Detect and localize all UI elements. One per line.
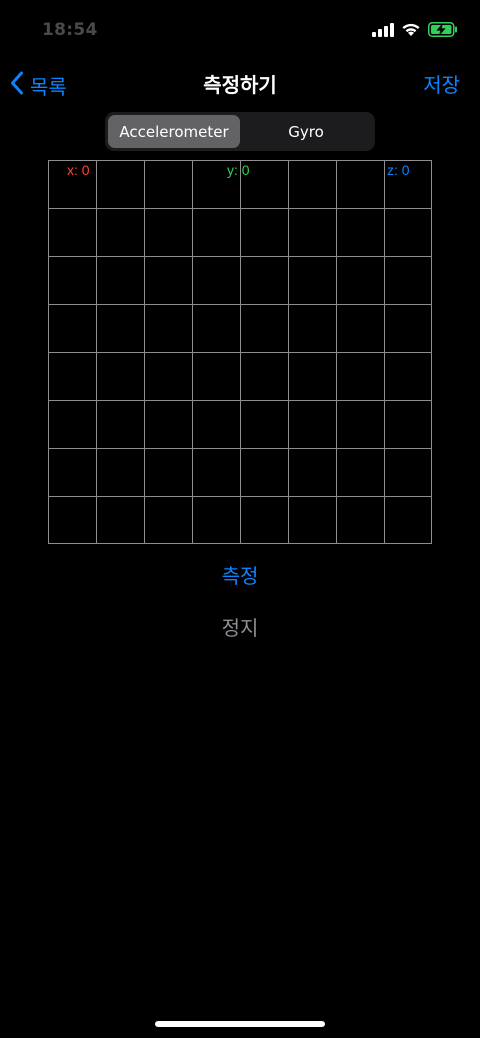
save-button[interactable]: 저장 [423, 70, 460, 100]
sensor-graph: x: 0 y: 0 z: 0 [48, 160, 432, 544]
sensor-segmented-control: Accelerometer Gyro [105, 112, 375, 151]
home-indicator[interactable] [155, 1021, 325, 1027]
status-icons [372, 20, 458, 42]
segment-accelerometer[interactable]: Accelerometer [108, 115, 240, 148]
page-title: 측정하기 [203, 73, 277, 97]
measure-button[interactable]: 측정 [0, 560, 480, 589]
segment-gyro[interactable]: Gyro [240, 115, 372, 148]
battery-charging-icon [428, 21, 458, 41]
cellular-signal-icon [372, 22, 394, 41]
x-value-label: x: 0 [67, 162, 90, 178]
status-time: 18:54 [42, 20, 98, 40]
wifi-icon [401, 22, 421, 41]
z-value-label: z: 0 [387, 162, 410, 178]
y-value-label: y: 0 [227, 162, 250, 178]
stop-button[interactable]: 정지 [0, 612, 480, 641]
